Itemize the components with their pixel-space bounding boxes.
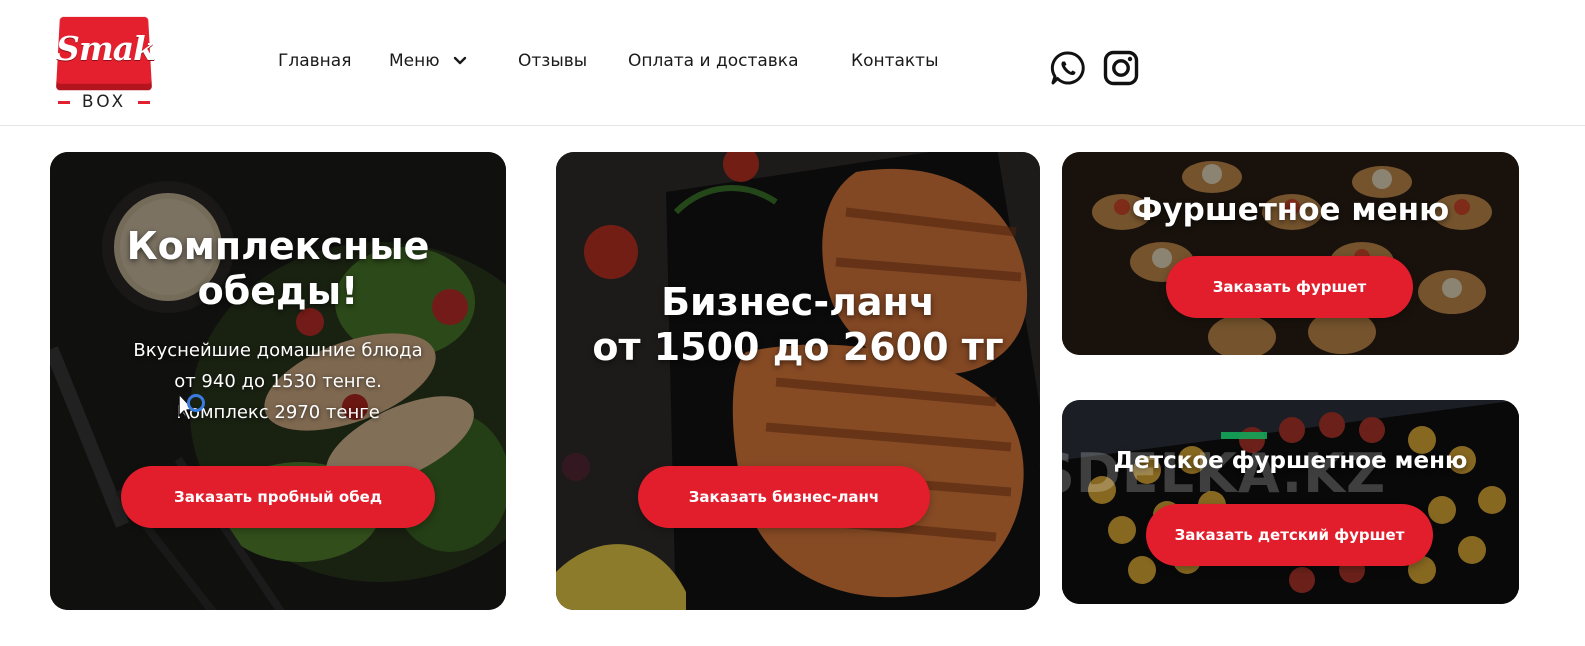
- nav-item-menu[interactable]: Меню: [389, 51, 467, 71]
- card-title-text: Комплексные обеды!: [126, 224, 430, 313]
- card-title-line: Бизнес-ланч: [661, 280, 935, 324]
- instagram-icon[interactable]: [1103, 50, 1139, 86]
- nav-item-contacts[interactable]: Контакты: [851, 51, 939, 71]
- main-nav: Главная Меню Отзывы Оплата и доставка Ко…: [0, 0, 1000, 125]
- mouse-cursor-icon: [178, 393, 205, 421]
- card-title: Комплексные обеды!: [80, 224, 476, 314]
- promo-card-buffet: Фуршетное меню Заказать фуршет: [1062, 152, 1519, 355]
- whatsapp-icon[interactable]: [1050, 50, 1086, 86]
- promo-card-business-lunch: Бизнес-ланч от 1500 до 2600 тг Заказать …: [556, 152, 1040, 610]
- site-header: Smak BOX Главная Меню Отзывы Оплата и до…: [0, 0, 1585, 126]
- promo-card-complex-lunch: Комплексные обеды! Вкуснейшие домашние б…: [50, 152, 506, 610]
- nav-item-payment-delivery[interactable]: Оплата и доставка: [628, 51, 798, 71]
- order-business-lunch-button[interactable]: Заказать бизнес-ланч: [638, 466, 930, 528]
- desc-line: Вкуснейшие домашние блюда: [133, 340, 423, 361]
- desc-line: Комплекс 2970 тенге: [176, 401, 380, 423]
- nav-item-home[interactable]: Главная: [278, 51, 351, 71]
- card-description: Вкуснейшие домашние блюда от 940 до 1530…: [80, 336, 476, 429]
- nav-item-label: Главная: [278, 51, 352, 71]
- nav-item-label: Меню: [389, 51, 440, 71]
- order-kids-buffet-button[interactable]: Заказать детский фуршет: [1146, 504, 1433, 566]
- order-trial-lunch-button[interactable]: Заказать пробный обед: [121, 466, 435, 528]
- watermark-bar: [1221, 432, 1267, 439]
- card-title: Бизнес-ланч от 1500 до 2600 тг: [576, 280, 1020, 370]
- card-title-line: от 1500 до 2600 тг: [592, 324, 1004, 369]
- desc-line: от 940 до 1530 тенге.: [174, 370, 382, 392]
- nav-item-label: Отзывы: [518, 51, 588, 71]
- photo-overlay: [1062, 152, 1519, 355]
- nav-item-label: Контакты: [851, 51, 939, 71]
- order-buffet-button[interactable]: Заказать фуршет: [1166, 256, 1413, 318]
- photo-overlay: [556, 152, 1040, 610]
- nav-item-reviews[interactable]: Отзывы: [518, 51, 587, 71]
- card-title: Фуршетное меню: [1131, 192, 1450, 228]
- watermark: SDELKA.KZ: [1036, 442, 1387, 505]
- nav-item-label: Оплата и доставка: [628, 51, 799, 71]
- chevron-down-icon: [453, 56, 467, 65]
